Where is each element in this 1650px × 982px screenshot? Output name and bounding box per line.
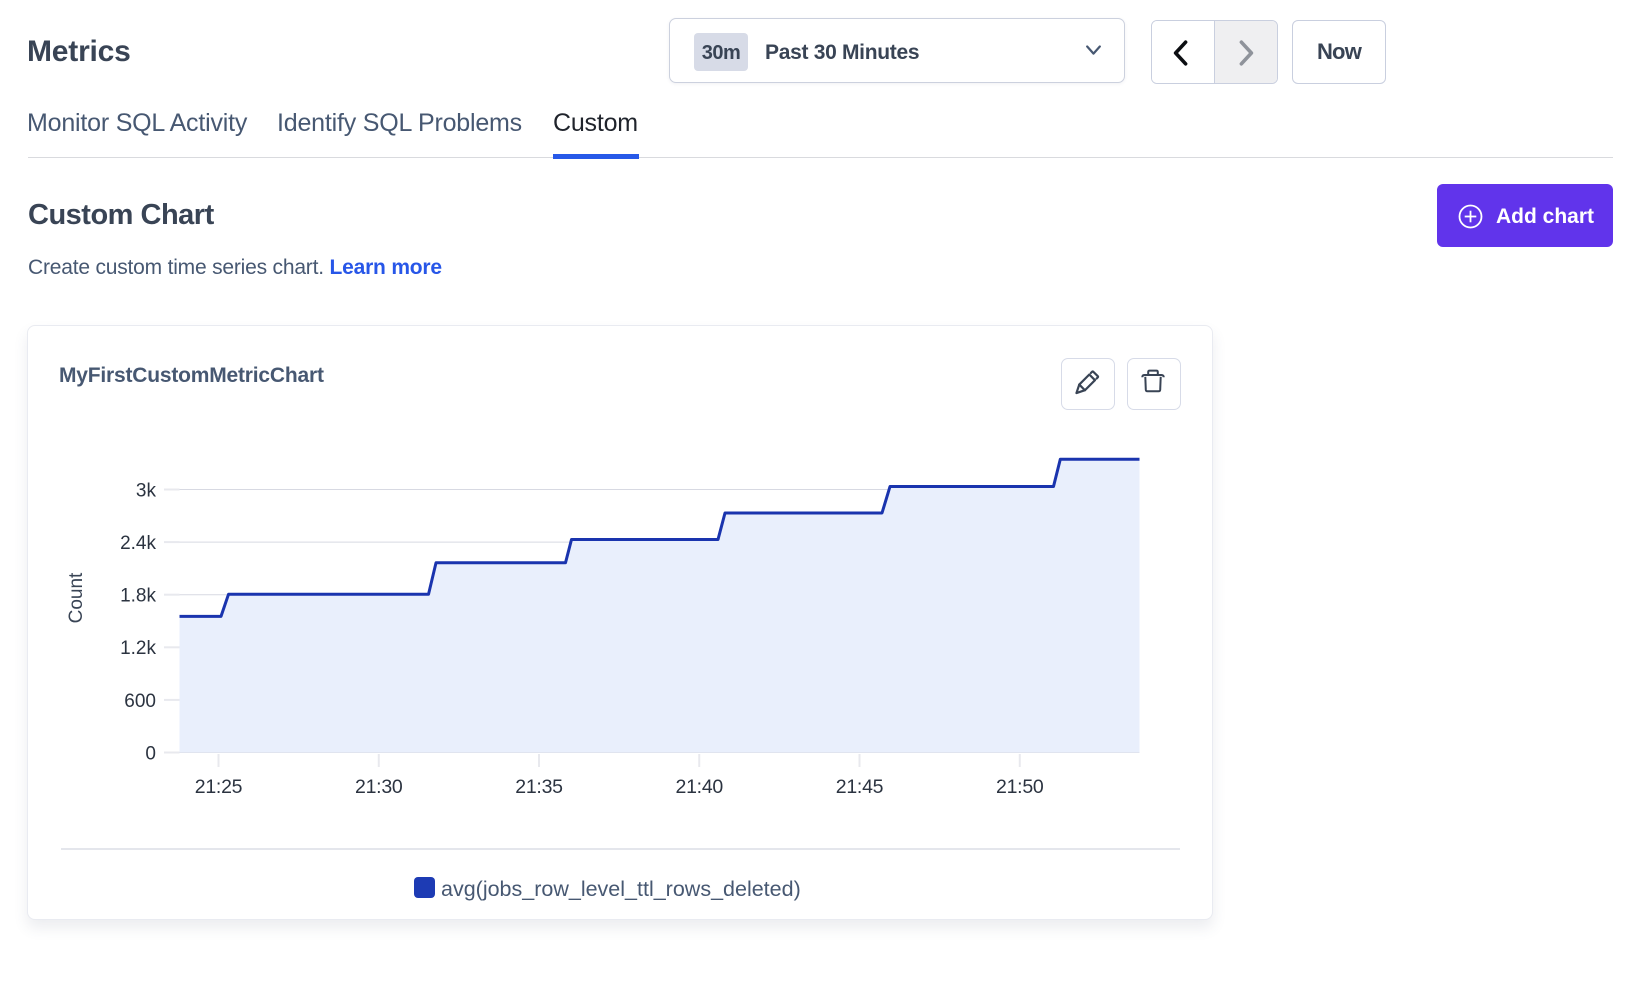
svg-text:21:45: 21:45 bbox=[836, 776, 884, 798]
svg-text:3k: 3k bbox=[136, 480, 157, 501]
svg-text:avg(jobs_row_level_ttl_rows_de: avg(jobs_row_level_ttl_rows_deleted) bbox=[441, 877, 801, 901]
svg-text:Count: Count bbox=[66, 572, 87, 623]
svg-text:21:35: 21:35 bbox=[515, 776, 563, 798]
svg-text:21:40: 21:40 bbox=[675, 776, 723, 798]
svg-text:1.8k: 1.8k bbox=[120, 586, 156, 607]
svg-text:21:25: 21:25 bbox=[195, 776, 243, 798]
svg-text:2.4k: 2.4k bbox=[120, 533, 156, 554]
svg-text:21:50: 21:50 bbox=[996, 776, 1044, 798]
svg-text:1.2k: 1.2k bbox=[120, 638, 156, 659]
svg-text:600: 600 bbox=[124, 691, 156, 712]
svg-text:0: 0 bbox=[145, 743, 156, 764]
svg-text:21:30: 21:30 bbox=[355, 776, 403, 798]
